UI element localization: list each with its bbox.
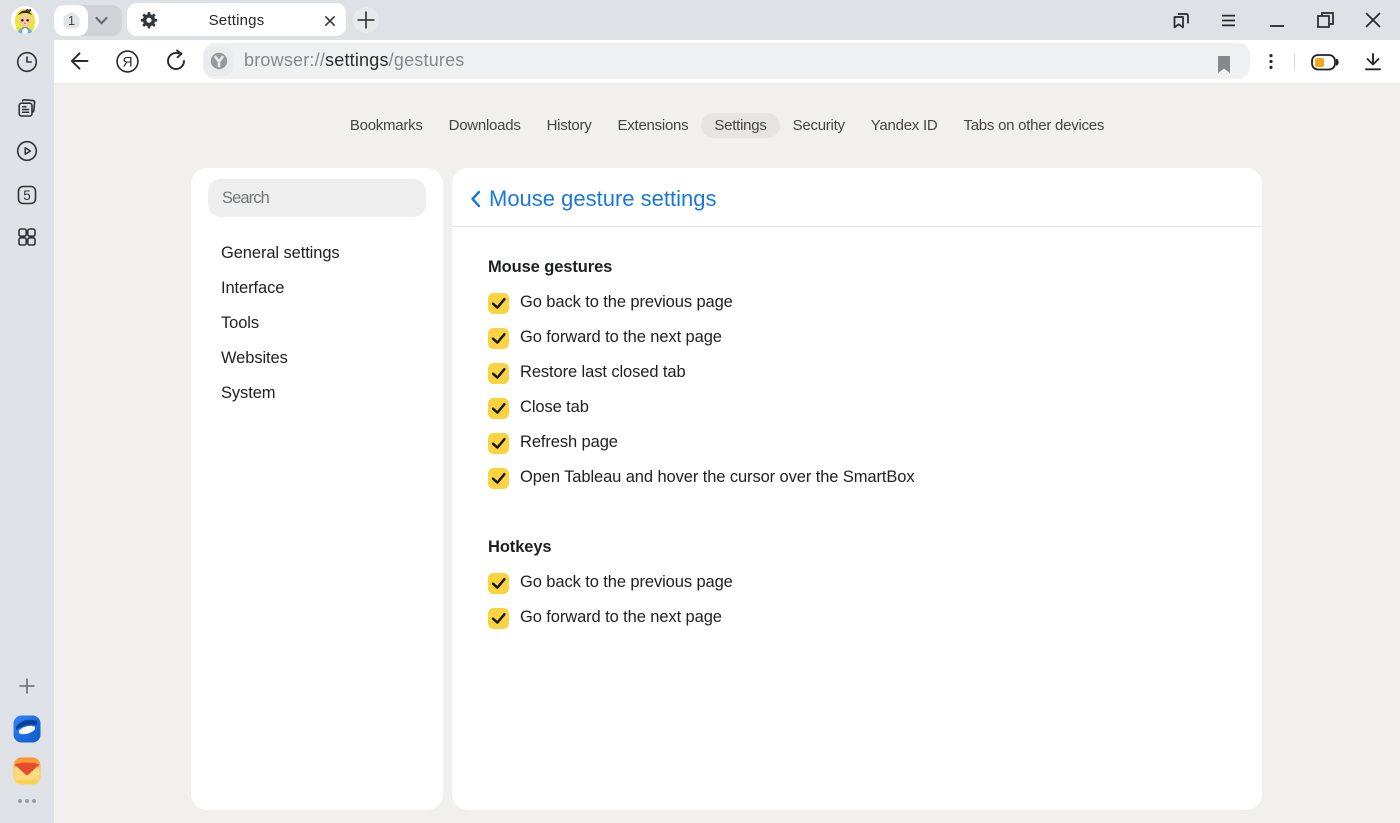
svg-text:Я: Я: [122, 54, 132, 70]
svg-text:5: 5: [23, 188, 31, 203]
svg-text:1: 1: [68, 14, 75, 28]
